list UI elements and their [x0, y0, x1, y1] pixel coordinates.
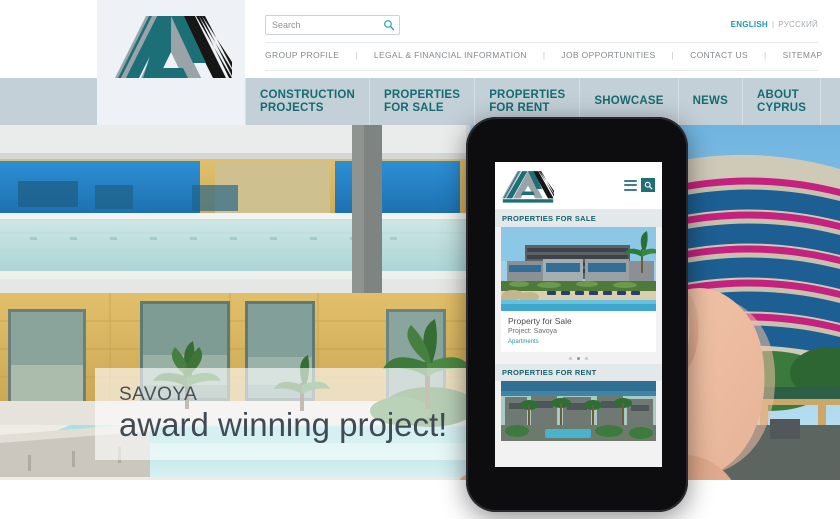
- language-switcher[interactable]: ENGLISH | РУССКИЙ: [731, 20, 818, 29]
- language-russian[interactable]: РУССКИЙ: [778, 20, 818, 29]
- page-bottom-spacer: [0, 480, 840, 519]
- main-nav-item-properties-for-sale[interactable]: PROPERTIES FOR SALE: [369, 78, 474, 125]
- search-icon: [644, 181, 653, 190]
- utility-nav-item-sitemap[interactable]: SITEMAP: [783, 50, 823, 60]
- main-nav-item-news[interactable]: NEWS: [677, 78, 742, 125]
- main-nav-tail-spacer: [820, 78, 840, 125]
- hero-banner: SAVOYA award winning project!: [0, 125, 840, 480]
- main-nav-item-construction-projects[interactable]: CONSTRUCTION PROJECTS: [245, 78, 369, 125]
- carousel-dot[interactable]: [585, 357, 588, 360]
- search-input[interactable]: [272, 16, 383, 34]
- phone-carousel-dots[interactable]: [495, 352, 662, 364]
- header-divider-bottom: [265, 70, 818, 71]
- phone-section-title-properties-for-sale: PROPERTIES FOR SALE: [495, 210, 662, 227]
- search-box[interactable]: [265, 15, 400, 35]
- phone-property-card[interactable]: Property for Sale Project: Savoya Apartm…: [501, 227, 656, 352]
- phone-askanis-logo-icon[interactable]: [502, 167, 554, 205]
- phone-header-icons: [624, 178, 655, 192]
- hamburger-menu-icon[interactable]: [624, 179, 637, 191]
- phone-header: [495, 162, 662, 210]
- phone-mockup: PROPERTIES FOR SALE Property for Sale Pr…: [466, 117, 688, 512]
- language-separator: |: [771, 20, 775, 29]
- main-nav: CONSTRUCTION PROJECTS PROPERTIES FOR SAL…: [0, 78, 840, 125]
- utility-nav-separator: |: [764, 50, 767, 60]
- utility-nav-separator: |: [542, 50, 546, 60]
- phone-property-card-body: Property for Sale Project: Savoya Apartm…: [501, 311, 656, 352]
- phone-screen: PROPERTIES FOR SALE Property for Sale Pr…: [495, 162, 662, 467]
- search-icon[interactable]: [383, 19, 395, 31]
- phone-property-card-tag[interactable]: Apartments: [508, 339, 649, 345]
- phone-section-title-properties-for-rent: PROPERTIES FOR RENT: [495, 364, 662, 381]
- utility-nav-separator: |: [671, 50, 675, 60]
- main-nav-left-spacer: [0, 78, 97, 125]
- carousel-dot[interactable]: [569, 357, 572, 360]
- main-nav-logo-spacer: [97, 78, 245, 125]
- utility-nav: GROUP PROFILE | LEGAL & FINANCIAL INFORM…: [265, 50, 822, 60]
- phone-search-icon[interactable]: [641, 178, 655, 192]
- utility-nav-item-job-opportunities[interactable]: JOB OPPORTUNITIES: [561, 50, 655, 60]
- phone-property-card-subtitle: Project: Savoya: [508, 328, 558, 335]
- phone-property-card-title: Property for Sale: [508, 316, 572, 326]
- phone-rent-card[interactable]: [501, 381, 656, 441]
- utility-nav-item-group-profile[interactable]: GROUP PROFILE: [265, 50, 339, 60]
- header-divider-top: [265, 42, 818, 43]
- utility-nav-item-contact-us[interactable]: CONTACT US: [690, 50, 748, 60]
- utility-nav-separator: |: [355, 50, 358, 60]
- language-english[interactable]: ENGLISH: [731, 20, 768, 29]
- utility-nav-item-legal-financial-information[interactable]: LEGAL & FINANCIAL INFORMATION: [374, 50, 527, 60]
- phone-property-image: [501, 227, 656, 311]
- hero-image: [0, 125, 840, 480]
- page-root: ASKANIS GROUP OF COMPANIES ENGLISH|РУССК…: [0, 0, 840, 519]
- carousel-dot-active[interactable]: [577, 357, 580, 360]
- main-nav-item-about-cyprus[interactable]: ABOUT CYPRUS: [741, 78, 820, 125]
- phone-rent-image: [501, 381, 656, 441]
